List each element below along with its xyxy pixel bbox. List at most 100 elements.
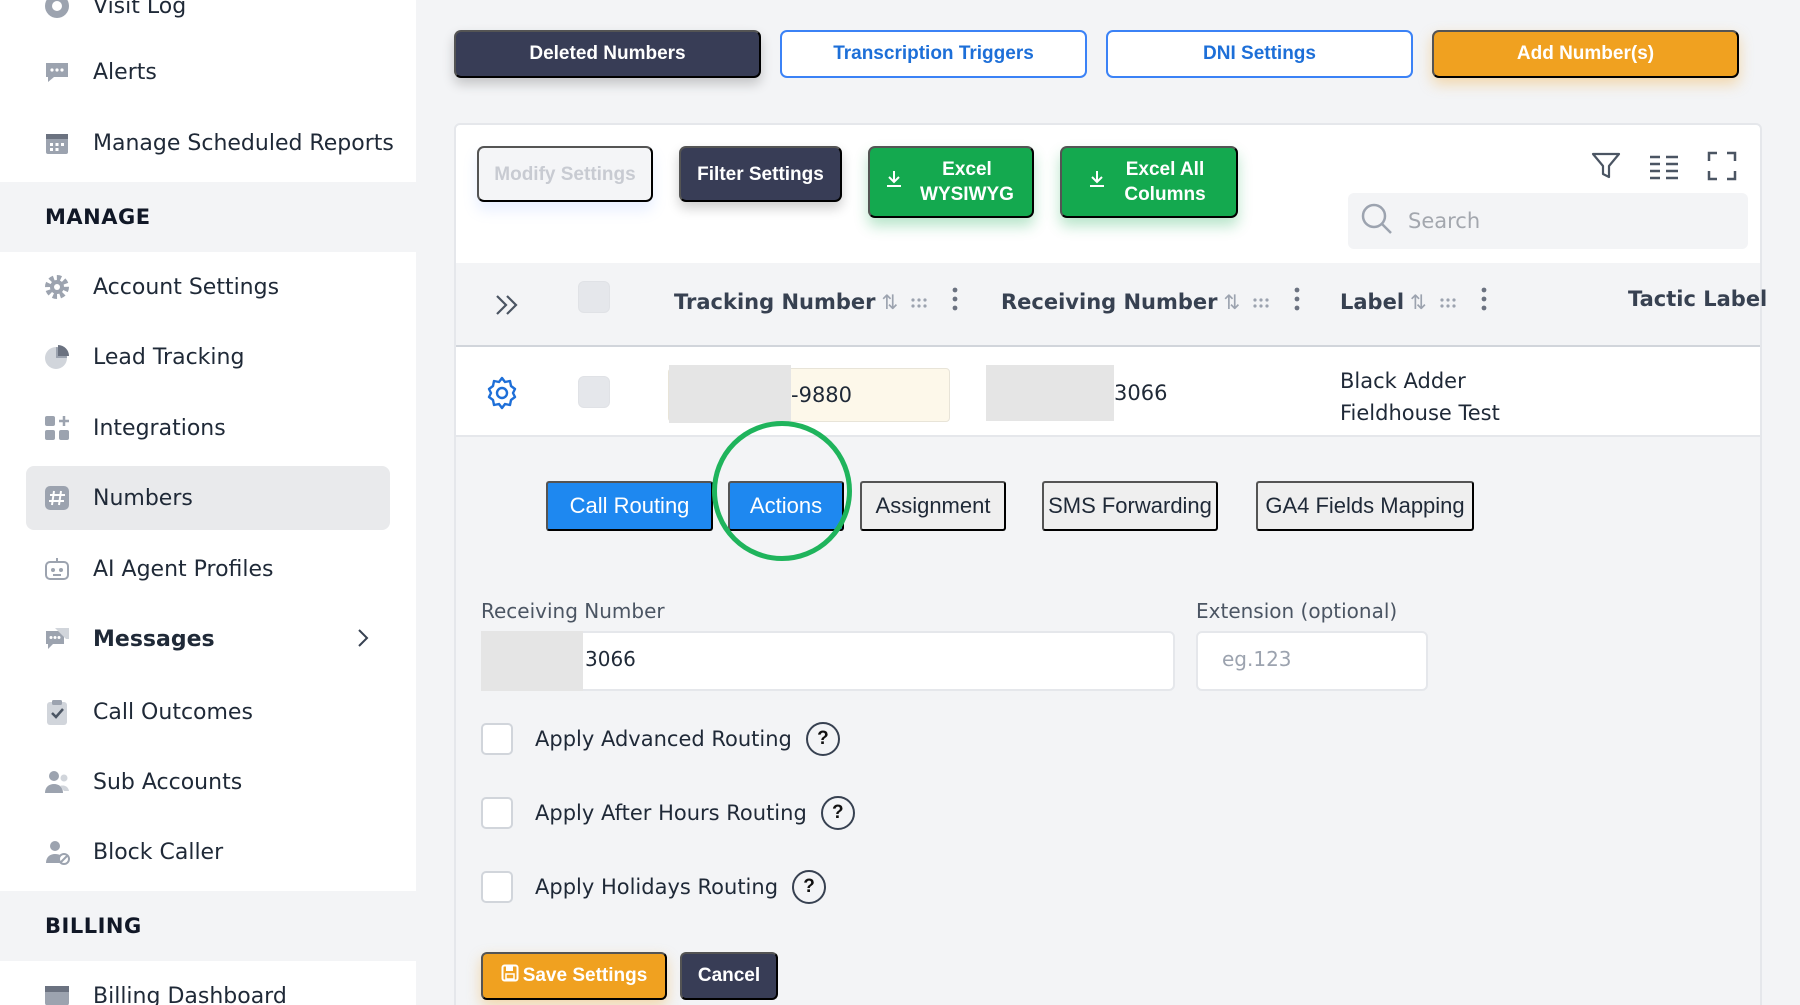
deleted-numbers-button[interactable]: Deleted Numbers <box>454 30 761 78</box>
user-block-icon <box>43 838 71 866</box>
transcription-triggers-button[interactable]: Transcription Triggers <box>780 30 1087 78</box>
receiving-number-input[interactable] <box>585 647 985 671</box>
search-input[interactable] <box>1408 209 1728 233</box>
search-box <box>1348 193 1748 249</box>
tracking-number-cell[interactable]: -9880 <box>668 365 950 423</box>
sidebar-item-sub-accounts[interactable]: Sub Accounts <box>26 750 390 814</box>
sidebar-item-label: AI Agent Profiles <box>93 556 274 582</box>
help-icon[interactable]: ? <box>792 870 827 904</box>
sidebar-item-label: Integrations <box>93 415 226 441</box>
drag-handle-icon[interactable] <box>1439 290 1457 314</box>
save-settings-label: Save Settings <box>522 965 648 986</box>
robot-icon <box>43 555 71 583</box>
sidebar: Visit Log Alerts Manage Scheduled Report… <box>0 0 416 1005</box>
clipboard-check-icon <box>43 698 71 726</box>
tab-call-routing[interactable]: Call Routing <box>546 481 713 531</box>
help-icon[interactable]: ? <box>805 722 840 756</box>
sidebar-item-alerts[interactable]: Alerts <box>26 40 390 104</box>
sidebar-item-numbers[interactable]: Numbers <box>26 466 390 530</box>
chat-bubble-icon <box>43 58 71 86</box>
chat-bubble-icon <box>43 625 71 653</box>
download-icon <box>1088 169 1106 196</box>
fullscreen-icon[interactable] <box>1706 150 1738 187</box>
sidebar-item-label: Lead Tracking <box>93 344 245 370</box>
tab-sms-forwarding[interactable]: SMS Forwarding <box>1042 481 1218 531</box>
sidebar-item-label: Account Settings <box>93 274 280 300</box>
column-header-receiving-number[interactable]: Receiving Number ⇅ <box>1001 287 1300 316</box>
sidebar-item-messages[interactable]: Messages <box>26 607 390 671</box>
after-hours-routing-checkbox[interactable] <box>481 797 513 829</box>
calendar-icon <box>43 129 71 157</box>
sort-icon[interactable]: ⇅ <box>1224 290 1241 314</box>
column-header-label: Tracking Number <box>674 289 876 314</box>
column-menu-icon[interactable] <box>1481 287 1487 316</box>
redacted-area <box>986 365 1114 421</box>
extension-label: Extension (optional) <box>1196 599 1398 623</box>
excel-wysiwyg-label: Excel WYSIWYG <box>920 159 1014 205</box>
grid-plus-icon <box>43 414 71 442</box>
filter-icon[interactable] <box>1590 150 1622 187</box>
sidebar-item-visit-log[interactable]: Visit Log <box>26 0 390 38</box>
column-header-label: Receiving Number <box>1001 289 1218 314</box>
users-icon <box>43 768 71 796</box>
chevron-right-icon <box>356 627 370 654</box>
excel-all-columns-button[interactable]: Excel All Columns <box>1060 146 1238 218</box>
column-menu-icon[interactable] <box>1294 287 1300 316</box>
sidebar-section-manage: MANAGE <box>0 182 416 252</box>
pie-chart-icon <box>43 343 71 371</box>
sort-icon[interactable]: ⇅ <box>1410 290 1427 314</box>
save-settings-button[interactable]: Save Settings <box>481 952 667 1000</box>
holidays-routing-checkbox[interactable] <box>481 871 513 903</box>
advanced-routing-checkbox[interactable] <box>481 723 513 755</box>
sidebar-item-label: Manage Scheduled Reports <box>93 130 394 156</box>
select-all-checkbox[interactable] <box>578 281 610 313</box>
row-settings-gear-icon[interactable] <box>484 375 520 416</box>
tab-ga4-fields-mapping[interactable]: GA4 Fields Mapping <box>1256 481 1474 531</box>
sidebar-item-account-settings[interactable]: Account Settings <box>26 255 390 319</box>
highlight-ring <box>712 421 852 561</box>
columns-icon[interactable] <box>1648 150 1680 187</box>
sidebar-item-manage-scheduled-reports[interactable]: Manage Scheduled Reports <box>26 111 394 175</box>
drag-handle-icon[interactable] <box>910 290 928 314</box>
extension-field <box>1196 631 1428 691</box>
table-row[interactable]: -9880 3066 Black Adder Fieldhouse Test <box>456 347 1760 437</box>
sidebar-item-billing-dashboard[interactable]: Billing Dashboard <box>26 964 390 1005</box>
row-checkbox[interactable] <box>578 376 610 408</box>
drag-handle-icon[interactable] <box>1252 290 1270 314</box>
sidebar-item-block-caller[interactable]: Block Caller <box>26 820 390 884</box>
column-menu-icon[interactable] <box>952 287 958 316</box>
sidebar-item-label: Block Caller <box>93 839 224 865</box>
help-icon[interactable]: ? <box>820 796 855 830</box>
sidebar-item-label: Messages <box>93 626 215 652</box>
dni-settings-button[interactable]: DNI Settings <box>1106 30 1413 78</box>
extension-input[interactable] <box>1222 647 1402 671</box>
modify-settings-button[interactable]: Modify Settings <box>477 146 653 202</box>
sidebar-item-lead-tracking[interactable]: Lead Tracking <box>26 325 390 389</box>
excel-wysiwyg-button[interactable]: Excel WYSIWYG <box>868 146 1034 218</box>
download-icon <box>885 169 903 196</box>
expand-all-icon[interactable] <box>494 293 520 322</box>
add-numbers-button[interactable]: Add Number(s) <box>1432 30 1739 78</box>
redacted-area <box>481 631 583 691</box>
column-header-tracking-number[interactable]: Tracking Number ⇅ <box>674 287 958 316</box>
filter-settings-button[interactable]: Filter Settings <box>679 146 842 202</box>
option-label: Apply After Hours Routing <box>535 801 807 825</box>
sidebar-item-integrations[interactable]: Integrations <box>26 396 390 460</box>
holidays-routing-option: Apply Holidays Routing ? <box>481 870 827 904</box>
sort-icon[interactable]: ⇅ <box>882 290 899 314</box>
sidebar-item-call-outcomes[interactable]: Call Outcomes <box>26 680 390 744</box>
sidebar-item-label: Visit Log <box>93 0 187 19</box>
column-header-tactic-label[interactable]: Tactic Label <box>1628 287 1767 311</box>
sidebar-item-label: Billing Dashboard <box>93 983 287 1005</box>
column-header-label-col[interactable]: Label ⇅ <box>1340 287 1487 316</box>
receiving-number-value: 3066 <box>1114 381 1168 405</box>
cancel-button[interactable]: Cancel <box>680 952 778 1000</box>
table-header: Tracking Number ⇅ Receiving Number ⇅ Lab… <box>456 263 1767 347</box>
tab-assignment[interactable]: Assignment <box>860 481 1006 531</box>
column-header-label: Tactic Label <box>1628 287 1768 311</box>
sidebar-item-ai-agent-profiles[interactable]: AI Agent Profiles <box>26 537 390 601</box>
hash-icon <box>43 484 71 512</box>
receiving-number-field <box>481 631 1175 691</box>
numbers-panel: Modify Settings Filter Settings Excel WY… <box>454 123 1767 1005</box>
excel-all-columns-label: Excel All Columns <box>1124 159 1206 205</box>
